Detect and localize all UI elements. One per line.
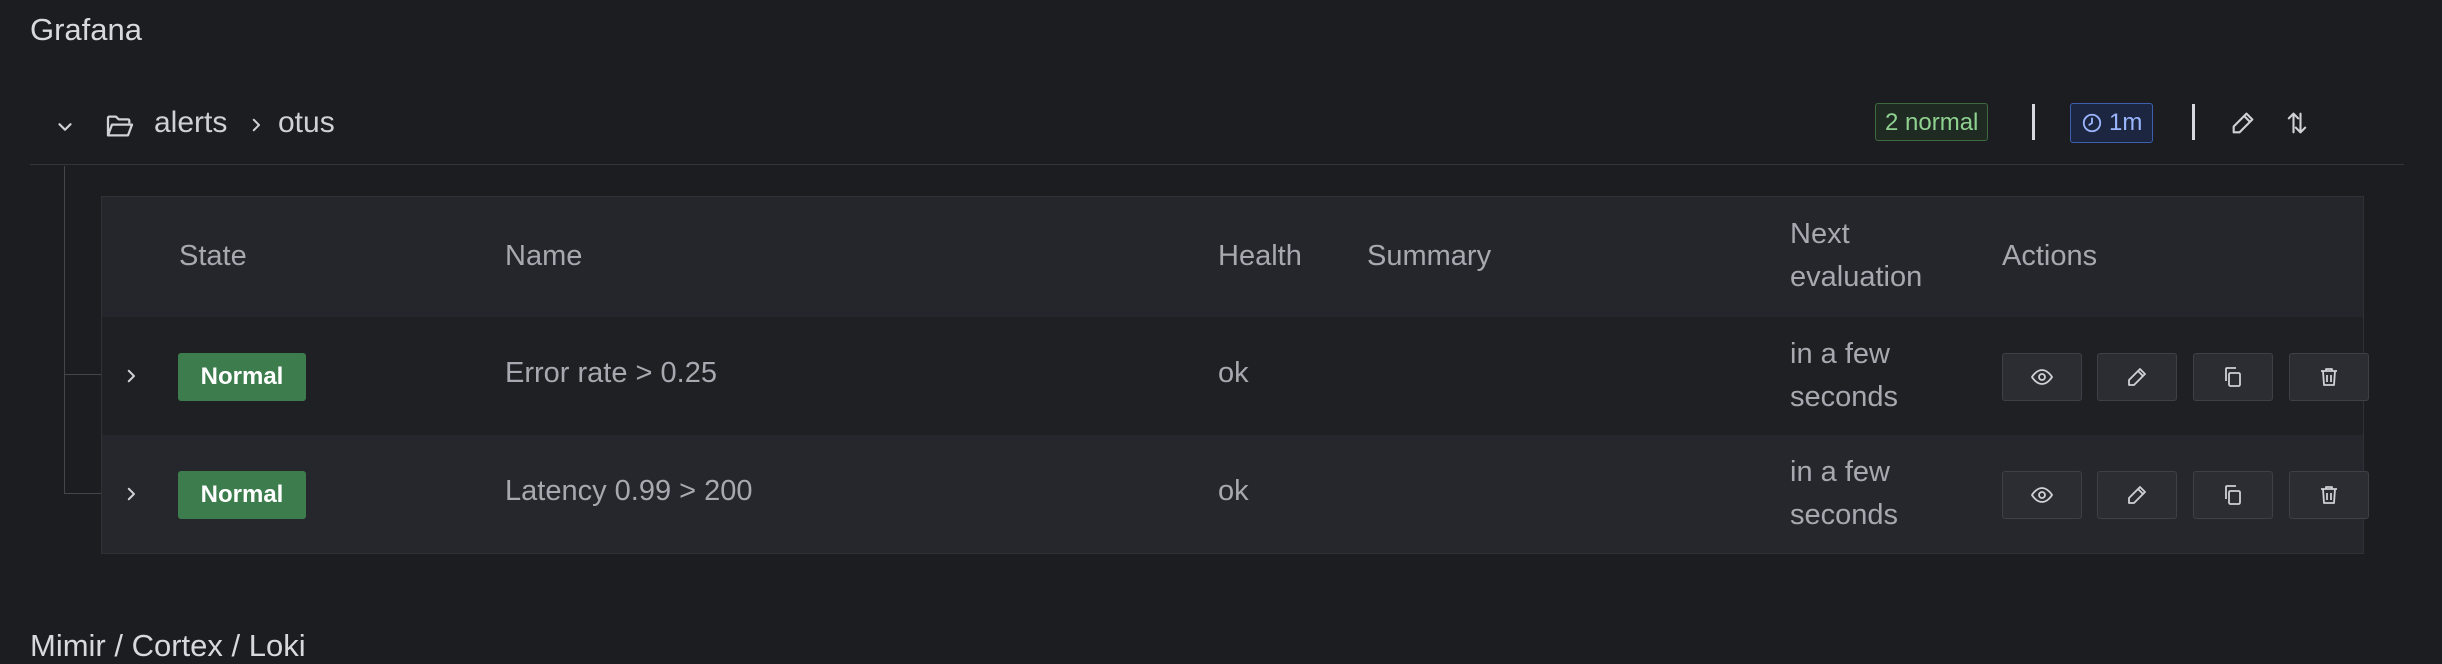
- evaluation-interval-label: 1m: [2109, 109, 2143, 136]
- alert-rules-table: State Name Health Summary Next evaluatio…: [101, 196, 2369, 554]
- state-badge: Normal: [178, 353, 306, 401]
- rule-next-evaluation: in a few seconds: [1790, 338, 1899, 413]
- eye-icon: [2030, 365, 2054, 389]
- trash-icon: [2317, 483, 2341, 507]
- eye-icon: [2030, 483, 2054, 507]
- normal-count-badge: 2 normal: [1875, 103, 1989, 141]
- section-title-grafana: Grafana: [30, 12, 143, 47]
- copy-button[interactable]: [2193, 471, 2273, 519]
- section-title-mimir: Mimir / Cortex / Loki: [30, 628, 306, 663]
- view-button[interactable]: [2002, 471, 2082, 519]
- column-header-state: State: [179, 240, 247, 272]
- copy-button[interactable]: [2193, 353, 2273, 401]
- rule-health: ok: [1218, 475, 1249, 507]
- column-header-health: Health: [1218, 240, 1302, 272]
- state-badge: Normal: [178, 471, 306, 519]
- pencil-icon: [2125, 365, 2149, 389]
- edit-button[interactable]: [2097, 471, 2177, 519]
- delete-button[interactable]: [2289, 353, 2369, 401]
- column-header-actions: Actions: [2002, 240, 2098, 272]
- column-header-name: Name: [505, 240, 583, 272]
- column-header-next-evaluation: Next evaluation: [1790, 218, 1923, 293]
- rule-health: ok: [1218, 357, 1249, 389]
- chevron-right-icon[interactable]: [116, 361, 146, 391]
- view-button[interactable]: [2002, 353, 2082, 401]
- tree-connector: [64, 493, 102, 494]
- table-row: Normal Latency 0.99 > 200 ok in a few se…: [102, 435, 2369, 553]
- chevron-down-icon[interactable]: [50, 112, 80, 142]
- tree-connector: [64, 374, 102, 375]
- table-header: State Name Health Summary Next evaluatio…: [102, 197, 2363, 317]
- folder-open-icon: [102, 108, 138, 144]
- rule-name: Error rate > 0.25: [505, 357, 717, 389]
- divider: [2192, 104, 2195, 140]
- pencil-icon: [2125, 483, 2149, 507]
- clock-icon: [2081, 112, 2103, 134]
- trash-icon: [2317, 365, 2341, 389]
- table-row: Normal Error rate > 0.25 ok in a few sec…: [102, 317, 2369, 435]
- rule-next-evaluation: in a few seconds: [1790, 456, 1899, 531]
- evaluation-interval-badge: 1m: [2070, 103, 2154, 143]
- divider: [2032, 104, 2035, 140]
- rule-group-header: alerts otus 2 normal 1m: [30, 100, 2404, 165]
- copy-icon: [2221, 365, 2245, 389]
- delete-button[interactable]: [2289, 471, 2369, 519]
- chevron-right-icon[interactable]: [116, 479, 146, 509]
- edit-button[interactable]: [2097, 353, 2177, 401]
- rule-name: Latency 0.99 > 200: [505, 475, 753, 507]
- tree-connector: [64, 166, 65, 494]
- breadcrumb-group: otus: [278, 106, 335, 139]
- pencil-icon[interactable]: [2226, 106, 2260, 140]
- breadcrumb-folder[interactable]: alerts: [154, 106, 227, 140]
- sort-arrows-icon[interactable]: [2280, 106, 2314, 140]
- column-header-summary: Summary: [1367, 240, 1492, 272]
- copy-icon: [2221, 483, 2245, 507]
- chevron-right-icon: [244, 110, 268, 140]
